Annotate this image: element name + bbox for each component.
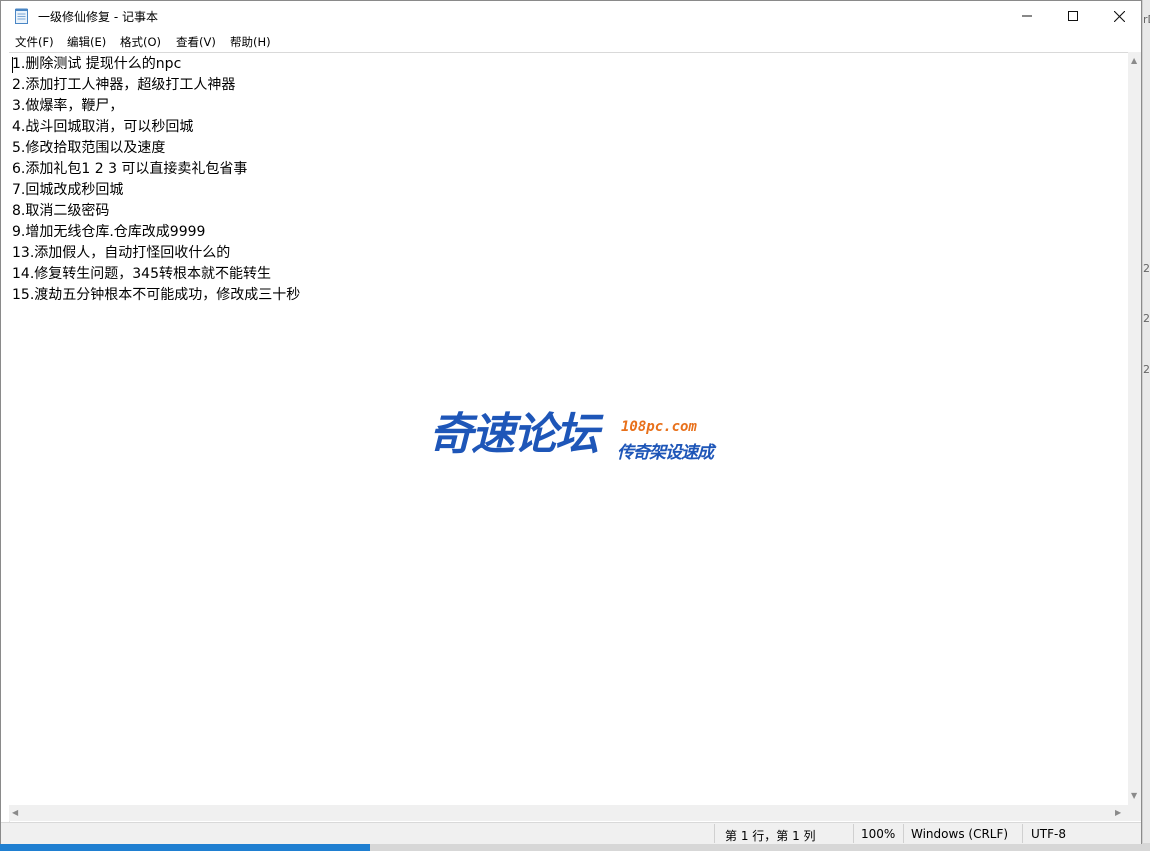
close-button[interactable]: [1096, 1, 1142, 31]
status-zoom: 100%: [861, 827, 896, 841]
taskbar-accent: [0, 843, 370, 851]
desktop-right-edge: [1142, 0, 1150, 851]
text-line: 6.添加礼包1 2 3 可以直接卖礼包省事: [12, 161, 248, 177]
scroll-up-icon[interactable]: ▲: [1131, 57, 1137, 65]
text-line: 13.添加假人，自动打怪回收什么的: [12, 245, 231, 261]
status-divider: [903, 824, 904, 843]
status-divider: [714, 824, 715, 843]
text-line: 5.修改拾取范围以及速度: [12, 140, 166, 156]
watermark-subtitle: 传奇架设速成: [617, 443, 714, 463]
text-line: 2.添加打工人神器，超级打工人神器: [12, 77, 236, 93]
scroll-left-icon[interactable]: ◀: [12, 809, 18, 817]
watermark-main-text: 奇速论坛: [429, 409, 599, 460]
scroll-right-icon[interactable]: ▶: [1115, 809, 1121, 817]
status-divider: [1022, 824, 1023, 843]
vertical-scrollbar[interactable]: ▲ ▼: [1128, 52, 1141, 805]
text-line: 4.战斗回城取消，可以秒回城: [12, 119, 194, 135]
menu-help[interactable]: 帮助(H): [230, 34, 271, 50]
notepad-icon: [15, 8, 28, 24]
desktop-glyph: 2: [1143, 363, 1150, 376]
desktop-glyph: 2: [1143, 262, 1150, 275]
minimize-button[interactable]: [1004, 1, 1050, 31]
menu-file[interactable]: 文件(F): [15, 34, 54, 50]
status-line-ending: Windows (CRLF): [911, 827, 1009, 841]
text-line: 7.回城改成秒回城: [12, 182, 124, 198]
menu-bar: 文件(F) 编辑(E) 格式(O) 查看(V) 帮助(H): [1, 31, 1141, 51]
menu-view[interactable]: 查看(V): [176, 34, 216, 50]
menu-edit[interactable]: 编辑(E): [67, 34, 106, 50]
text-line: 9.增加无线仓库.仓库改成9999: [12, 224, 206, 240]
status-bar: 第 1 行，第 1 列 100% Windows (CRLF) UTF-8: [1, 822, 1141, 844]
taskbar-strip: [0, 843, 1150, 851]
text-line: 14.修复转生问题，345转根本就不能转生: [12, 266, 271, 282]
window-title: 一级修仙修复 - 记事本: [38, 10, 158, 24]
menu-format[interactable]: 格式(O): [120, 34, 161, 50]
scroll-down-icon[interactable]: ▼: [1131, 792, 1137, 800]
forum-watermark: 奇速论坛 108pc.com 传奇架设速成: [429, 411, 729, 467]
text-line: 8.取消二级密码: [12, 203, 110, 219]
maximize-button[interactable]: [1050, 1, 1096, 31]
title-bar[interactable]: 一级修仙修复 - 记事本: [1, 1, 1141, 31]
status-encoding: UTF-8: [1031, 827, 1066, 841]
scroll-corner: [1128, 805, 1141, 821]
text-line: 1.删除测试 提现什么的npc: [12, 56, 182, 72]
status-cursor-position: 第 1 行，第 1 列: [725, 829, 816, 843]
watermark-url: 108pc.com: [621, 419, 697, 435]
minimize-icon: [1022, 15, 1032, 17]
maximize-icon: [1068, 11, 1078, 21]
status-divider: [853, 824, 854, 843]
desktop-glyph: 2: [1143, 312, 1150, 325]
notepad-window: 一级修仙修复 - 记事本 文件(F) 编辑(E) 格式(O) 查看(V) 帮助(…: [0, 0, 1142, 844]
close-icon: [1113, 10, 1125, 22]
text-line: 3.做爆率，鞭尸，: [12, 98, 124, 114]
text-line: 15.渡劫五分钟根本不可能成功，修改成三十秒: [12, 287, 301, 303]
desktop-glyph: rD: [1143, 13, 1150, 26]
horizontal-scrollbar[interactable]: ◀ ▶: [9, 805, 1128, 821]
